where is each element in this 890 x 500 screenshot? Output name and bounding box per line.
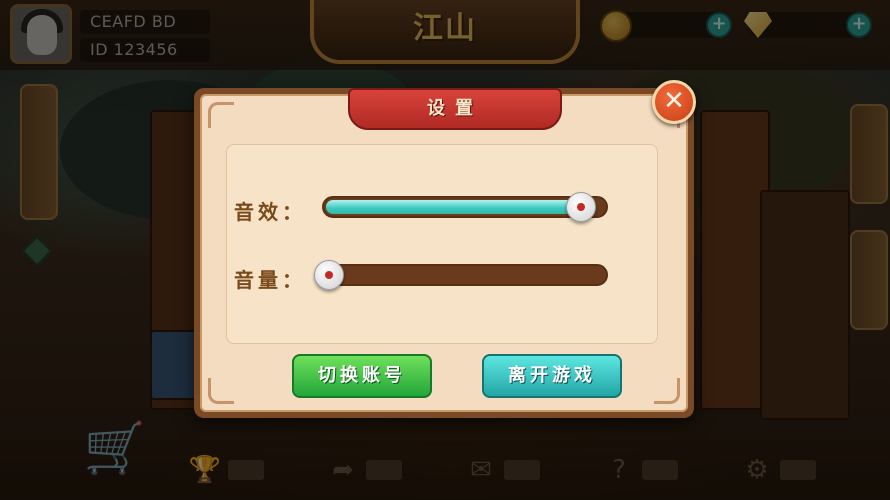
volume-label: 音量： bbox=[234, 268, 306, 292]
sound-effects-slider[interactable] bbox=[322, 192, 608, 222]
sound-effects-label: 音效： bbox=[234, 200, 306, 224]
volume-slider[interactable] bbox=[314, 260, 608, 290]
settings-dialog-body: 设置 音效： 音量： 切换账号 离开游戏 bbox=[200, 88, 688, 412]
dialog-title: 设置 bbox=[348, 88, 562, 130]
close-icon[interactable]: ✕ bbox=[652, 80, 696, 124]
slider-fill bbox=[326, 200, 593, 214]
switch-account-button[interactable]: 切换账号 bbox=[292, 354, 432, 398]
leave-game-button[interactable]: 离开游戏 bbox=[482, 354, 622, 398]
settings-panel bbox=[226, 144, 658, 344]
slider-knob[interactable] bbox=[566, 192, 596, 222]
slider-knob[interactable] bbox=[314, 260, 344, 290]
settings-dialog: 设置 音效： 音量： 切换账号 离开游戏 bbox=[194, 88, 694, 418]
